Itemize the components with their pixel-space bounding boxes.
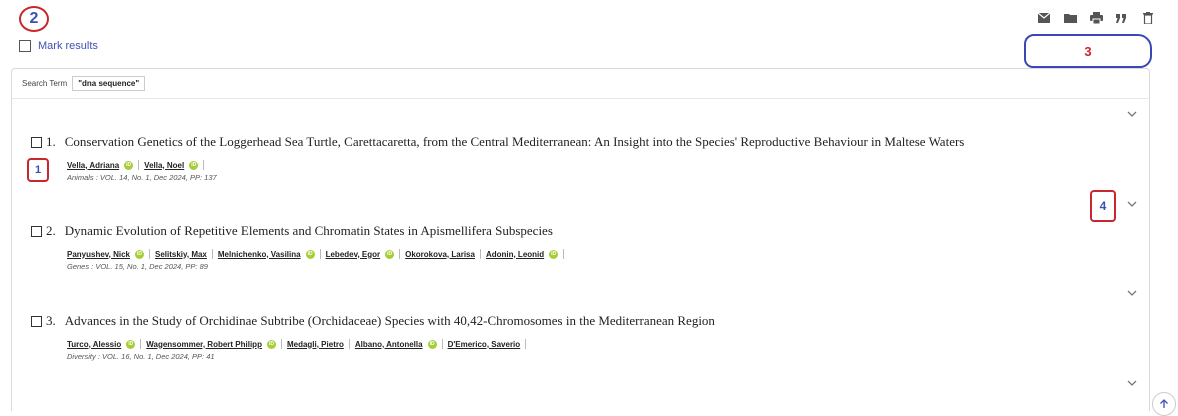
mark-results-checkbox[interactable] bbox=[19, 40, 31, 52]
separator bbox=[211, 249, 213, 259]
author-link[interactable]: D'Emerico, Saverio bbox=[448, 340, 521, 349]
orcid-icon[interactable]: iD bbox=[135, 249, 144, 259]
folder-icon[interactable] bbox=[1062, 10, 1078, 26]
result-checkbox[interactable] bbox=[31, 315, 42, 327]
search-term-chip[interactable]: "dna sequence" bbox=[72, 75, 146, 91]
search-term-label: Search Term bbox=[22, 78, 68, 88]
result-title[interactable]: Conservation Genetics of the Loggerhead … bbox=[65, 134, 965, 150]
author-link[interactable]: Melnichenko, Vasilina bbox=[218, 250, 301, 259]
chevron-down-icon[interactable] bbox=[1126, 379, 1138, 387]
author-link[interactable]: Panyushev, Nick bbox=[67, 250, 130, 259]
separator bbox=[348, 339, 350, 349]
orcid-icon[interactable]: iD bbox=[549, 249, 559, 259]
separator bbox=[140, 339, 142, 349]
separator bbox=[441, 339, 443, 349]
orcid-icon[interactable]: iD bbox=[305, 249, 315, 259]
result-title[interactable]: Dynamic Evolution of Repetitive Elements… bbox=[65, 223, 553, 239]
orcid-icon[interactable]: iD bbox=[189, 160, 199, 170]
author-link[interactable]: Vella, Noel bbox=[144, 161, 184, 170]
result-number: 3. bbox=[46, 313, 56, 328]
author-link[interactable]: Adonin, Leonid bbox=[486, 250, 544, 259]
result-source: Genes : VOL. 15, No. 1, Dec 2024, PP: 89 bbox=[67, 262, 208, 271]
orcid-icon[interactable]: iD bbox=[124, 160, 134, 170]
separator bbox=[525, 339, 527, 349]
separator bbox=[563, 249, 565, 259]
mark-results-control[interactable]: Mark results bbox=[19, 40, 98, 52]
result-source: Diversity : VOL. 16, No. 1, Dec 2024, PP… bbox=[67, 352, 215, 361]
chevron-down-icon[interactable] bbox=[1126, 110, 1138, 118]
separator bbox=[149, 249, 150, 259]
results-toolbar bbox=[1036, 10, 1156, 26]
author-link[interactable]: Albano, Antonella bbox=[355, 340, 423, 349]
separator bbox=[479, 249, 481, 259]
email-icon[interactable] bbox=[1036, 10, 1052, 26]
separator bbox=[399, 249, 401, 259]
result-item: 3. Advances in the Study of Orchidinae S… bbox=[31, 313, 715, 361]
chevron-down-icon[interactable] bbox=[1126, 200, 1138, 208]
chevron-down-icon[interactable] bbox=[1126, 289, 1138, 297]
result-item: 1. Conservation Genetics of the Loggerhe… bbox=[31, 134, 964, 182]
orcid-icon[interactable]: iD bbox=[126, 339, 136, 349]
orcid-icon[interactable]: iD bbox=[385, 249, 395, 259]
result-title[interactable]: Advances in the Study of Orchidinae Subt… bbox=[65, 313, 715, 329]
annotation-marker-2: 2 bbox=[19, 6, 49, 32]
scroll-to-top-button[interactable] bbox=[1152, 392, 1176, 416]
separator bbox=[319, 249, 321, 259]
author-list: Vella, Adriana iD Vella, Noel iD bbox=[67, 160, 964, 170]
delete-icon[interactable] bbox=[1140, 10, 1156, 26]
result-number: 1. bbox=[46, 134, 56, 149]
author-link[interactable]: Turco, Alessio bbox=[67, 340, 121, 349]
result-item: 2. Dynamic Evolution of Repetitive Eleme… bbox=[31, 223, 569, 271]
author-link[interactable]: Vella, Adriana bbox=[67, 161, 119, 170]
separator bbox=[138, 160, 140, 170]
annotation-marker-3: 3 bbox=[1024, 34, 1152, 68]
arrow-up-icon bbox=[1160, 399, 1168, 408]
quote-icon[interactable] bbox=[1114, 10, 1130, 26]
separator bbox=[203, 160, 205, 170]
result-source: Animals : VOL. 14, No. 1, Dec 2024, PP: … bbox=[67, 173, 217, 182]
search-term-bar: Search Term "dna sequence" bbox=[11, 68, 1148, 99]
author-link[interactable]: Selitskiy, Max bbox=[155, 250, 207, 259]
author-list: Turco, Alessio iD Wagensommer, Robert Ph… bbox=[67, 339, 715, 349]
separator bbox=[280, 339, 282, 349]
author-list: Panyushev, Nick iD Selitskiy, Max Melnic… bbox=[67, 249, 569, 259]
result-checkbox[interactable] bbox=[31, 136, 42, 148]
author-link[interactable]: Lebedev, Egor bbox=[326, 250, 381, 259]
author-link[interactable]: Wagensommer, Robert Philipp bbox=[146, 340, 262, 349]
orcid-icon[interactable]: iD bbox=[427, 339, 437, 349]
orcid-icon[interactable]: iD bbox=[266, 339, 276, 349]
author-link[interactable]: Medagli, Pietro bbox=[287, 340, 344, 349]
result-number: 2. bbox=[46, 223, 56, 238]
author-link[interactable]: Okorokova, Larisa bbox=[405, 250, 475, 259]
result-checkbox[interactable] bbox=[31, 225, 42, 237]
print-icon[interactable] bbox=[1088, 10, 1104, 26]
mark-results-label[interactable]: Mark results bbox=[38, 40, 98, 52]
